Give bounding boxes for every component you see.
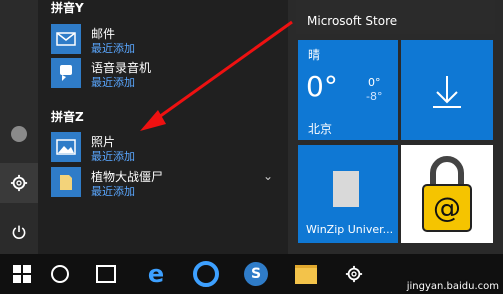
app-voice-recorder[interactable]: 语音录音机 最近添加 xyxy=(51,58,281,89)
browser-icon xyxy=(193,261,219,287)
edge-button[interactable]: e xyxy=(134,254,178,294)
folder-icon xyxy=(51,167,81,197)
edge-icon: e xyxy=(147,260,165,288)
browser-button[interactable] xyxy=(184,254,228,294)
power-icon xyxy=(12,225,26,239)
tile-winzip[interactable]: WinZip Univer... xyxy=(298,145,398,243)
zip-file-icon xyxy=(333,171,359,207)
task-view-icon xyxy=(96,265,116,283)
app-mail[interactable]: 邮件 最近添加 xyxy=(51,24,281,55)
app-status: 最近添加 xyxy=(91,42,135,55)
task-view-button[interactable] xyxy=(84,254,128,294)
app-status: 最近添加 xyxy=(91,76,135,89)
tile-downloads[interactable] xyxy=(401,40,493,140)
file-explorer-button[interactable] xyxy=(284,254,328,294)
folder-icon xyxy=(295,264,317,284)
padlock-icon: @ xyxy=(422,156,472,232)
user-icon xyxy=(11,126,27,142)
weather-condition: 晴 xyxy=(308,48,321,62)
gear-icon xyxy=(345,265,363,283)
tile-keepass[interactable]: @ xyxy=(401,145,493,243)
tile-weather[interactable]: 晴 0° 0° -8° 北京 xyxy=(298,40,398,140)
app-status: 最近添加 xyxy=(91,150,135,163)
app-plants-vs-zombies[interactable]: 植物大战僵尸 最近添加 ⌄ xyxy=(51,167,281,198)
svg-text:@: @ xyxy=(433,191,461,224)
chevron-down-icon[interactable]: ⌄ xyxy=(263,169,273,183)
photos-icon xyxy=(51,132,81,162)
start-tiles: Microsoft Store 晴 0° 0° -8° 北京 WinZip Un… xyxy=(288,0,503,254)
watermark: jingyan.baidu.com xyxy=(406,281,499,292)
weather-low: -8° xyxy=(366,90,383,103)
section-header-y[interactable]: 拼音Y xyxy=(51,0,84,16)
gear-icon xyxy=(10,174,28,192)
app-list: 拼音Y 邮件 最近添加 语音录音机 最近添加 拼音Z 照片 最近添加 植物大战僵… xyxy=(38,0,288,254)
sogou-icon: S xyxy=(244,262,268,286)
microphone-icon xyxy=(51,58,81,88)
power-button[interactable] xyxy=(0,212,38,252)
user-account-button[interactable] xyxy=(0,114,38,154)
app-photos[interactable]: 照片 最近添加 xyxy=(51,132,281,163)
tile-label: WinZip Univer... xyxy=(306,223,394,236)
start-left-rail xyxy=(0,0,38,254)
weather-temperature: 0° xyxy=(306,70,338,103)
search-circle-icon xyxy=(51,265,69,283)
download-arrow-icon xyxy=(433,76,461,108)
tile-microsoft-store[interactable]: Microsoft Store xyxy=(296,0,495,34)
settings-button[interactable] xyxy=(0,163,38,203)
tile-label: Microsoft Store xyxy=(307,14,398,28)
search-button[interactable] xyxy=(38,254,82,294)
windows-logo-icon xyxy=(13,265,31,283)
settings-taskbar-button[interactable] xyxy=(332,254,376,294)
weather-high: 0° xyxy=(368,76,381,89)
weather-city: 北京 xyxy=(308,122,333,136)
mail-icon xyxy=(51,24,81,54)
section-header-z[interactable]: 拼音Z xyxy=(51,108,84,125)
sogou-button[interactable]: S xyxy=(234,254,278,294)
app-status: 最近添加 xyxy=(91,185,135,198)
